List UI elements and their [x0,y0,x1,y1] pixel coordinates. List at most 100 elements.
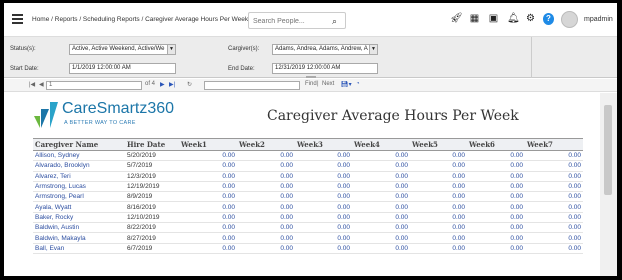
table-body: Allison, Sydney 5/20/2019 0.00 0.00 0.00 0.00… [33,150,583,254]
caregiver-name-link[interactable]: Allison, Sydney [33,150,125,162]
logo-text: CareSmartz360 [62,100,175,117]
end-date-input[interactable]: 12/31/2019 12:00:00 AM [272,63,378,74]
week-hours-cell: 0.00 [352,181,410,193]
chevron-down-icon[interactable]: ▼ [369,45,377,54]
table-row: Alvarez, Teri 12/3/2019 0.00 0.00 0.00 0.00 0.… [33,171,583,182]
hire-date-cell: 12/10/2019 [125,212,179,224]
find-separator: | [317,81,319,87]
table-row: Ball, Evan 6/7/2019 0.00 0.00 0.00 0.00 0.00 0.… [33,243,583,254]
start-date-input[interactable]: 1/1/2019 12:00:00 AM [69,63,176,74]
find-link[interactable]: Find [305,81,317,87]
next-page-icon[interactable]: ▶ [160,81,165,88]
week-hours-cell: 0.00 [467,160,525,172]
caregiver-name-link[interactable]: Baldwin, Austin [33,222,125,234]
week-hours-cell: 0.00 [179,201,237,213]
id-card-icon[interactable]: ▣ [488,13,499,25]
search-icon[interactable]: ⌕ [332,16,337,27]
week-hours-cell: 0.00 [410,191,467,203]
find-input[interactable] [204,81,300,90]
search-input[interactable] [253,16,321,26]
refresh-report-icon[interactable]: ◔ [356,81,360,87]
hire-date-cell: 12/19/2019 [125,181,179,193]
caregiver-name-link[interactable]: Armstrong, Pearl [33,191,125,203]
menu-icon[interactable] [12,14,23,24]
week-hours-cell: 0.00 [467,222,525,234]
page-input[interactable]: 1 [46,81,142,90]
week-hours-cell: 0.00 [237,222,295,234]
caregiver-label: Cargiver(s): [228,46,260,52]
bell-icon[interactable]: 🔔︎ [507,13,520,25]
week-hours-cell: 0.00 [295,191,352,203]
export-icon[interactable]: 💾︎▾ [341,81,352,88]
week-hours-cell: 0.00 [352,171,410,182]
first-page-icon[interactable]: |◀ [29,81,35,88]
week-hours-cell: 0.00 [467,150,525,162]
app-window: Home / Reports / Scheduling Reports / Ca… [4,3,617,276]
week-hours-cell: 0.00 [295,243,352,254]
table-row: Allison, Sydney 5/20/2019 0.00 0.00 0.00 0.00… [33,150,583,162]
hire-date-cell: 8/22/2019 [125,222,179,234]
week-hours-cell: 0.00 [410,201,467,213]
week-hours-cell: 0.00 [295,181,352,193]
column-header: Hire Date [125,138,179,151]
refresh-icon[interactable]: ↻ [187,81,192,88]
week-hours-cell: 0.00 [352,232,410,244]
chevron-down-icon[interactable]: ▼ [167,45,175,54]
week-hours-cell: 0.00 [352,212,410,224]
column-header: Week7 [525,138,583,151]
week-hours-cell: 0.00 [410,232,467,244]
week-hours-cell: 0.00 [179,181,237,193]
end-date-label: End Date: [228,66,255,72]
week-hours-cell: 0.00 [179,243,237,254]
scrollbar-thumb[interactable] [604,105,612,195]
status-value: Active, Active Weekend, Active/We [72,46,165,52]
caregiver-name-link[interactable]: Baker, Rocky [33,212,125,224]
week-hours-cell: 0.00 [237,232,295,244]
caregiver-name-link[interactable]: Ayala, Wyatt [33,201,125,213]
help-icon[interactable]: ? [543,13,554,25]
calendar-icon[interactable]: ▦ [469,13,480,25]
collapse-handle[interactable] [306,76,316,78]
caregiver-name-link[interactable]: Alvarado, Brooklyn [33,160,125,172]
week-hours-cell: 0.00 [467,201,525,213]
caregiver-name-link[interactable]: Baldwin, Makayla [33,232,125,244]
next-link[interactable]: Next [322,81,334,87]
search-box[interactable]: ⌕ [248,12,346,29]
report-title: Caregiver Average Hours Per Week [267,108,519,124]
week-hours-cell: 0.00 [525,191,583,203]
report-scrollbar[interactable] [600,93,617,276]
end-date-value: 12/31/2019 12:00:00 AM [275,65,341,71]
avatar[interactable] [561,11,578,28]
week-hours-cell: 0.00 [525,160,583,172]
week-hours-cell: 0.00 [410,160,467,172]
week-hours-cell: 0.00 [410,212,467,224]
report-parameters: Status(s): Active, Active Weekend, Activ… [4,37,617,78]
week-hours-cell: 0.00 [352,150,410,162]
caregiver-name-link[interactable]: Alvarez, Teri [33,171,125,182]
week-hours-cell: 0.00 [237,212,295,224]
rocket-icon[interactable]: 🚀︎ [450,13,463,25]
caregiver-select[interactable]: Adams, Andrea, Adams, Andrew, A ▼ [272,44,378,55]
last-page-icon[interactable]: ▶| [169,81,175,88]
week-hours-cell: 0.00 [352,160,410,172]
status-select[interactable]: Active, Active Weekend, Active/We ▼ [69,44,176,55]
week-hours-cell: 0.00 [295,150,352,162]
status-label: Status(s): [10,46,36,52]
hire-date-cell: 6/7/2019 [125,243,179,254]
column-header: Week1 [179,138,237,151]
gear-icon[interactable]: ⚙ [525,13,536,25]
week-hours-cell: 0.00 [295,201,352,213]
user-name[interactable]: mpadmin [584,16,613,23]
week-hours-cell: 0.00 [410,243,467,254]
week-hours-cell: 0.00 [467,171,525,182]
week-hours-cell: 0.00 [237,171,295,182]
week-hours-cell: 0.00 [237,201,295,213]
caregiver-name-link[interactable]: Armstrong, Lucas [33,181,125,193]
column-header: Week2 [237,138,295,151]
caregiver-name-link[interactable]: Ball, Evan [33,243,125,254]
week-hours-cell: 0.00 [352,243,410,254]
prev-page-icon[interactable]: ◀ [39,81,44,88]
hire-date-cell: 5/20/2019 [125,150,179,162]
start-date-label: Start Date: [10,66,39,72]
table-row: Armstrong, Pearl 8/9/2019 0.00 0.00 0.00 0.00… [33,191,583,203]
